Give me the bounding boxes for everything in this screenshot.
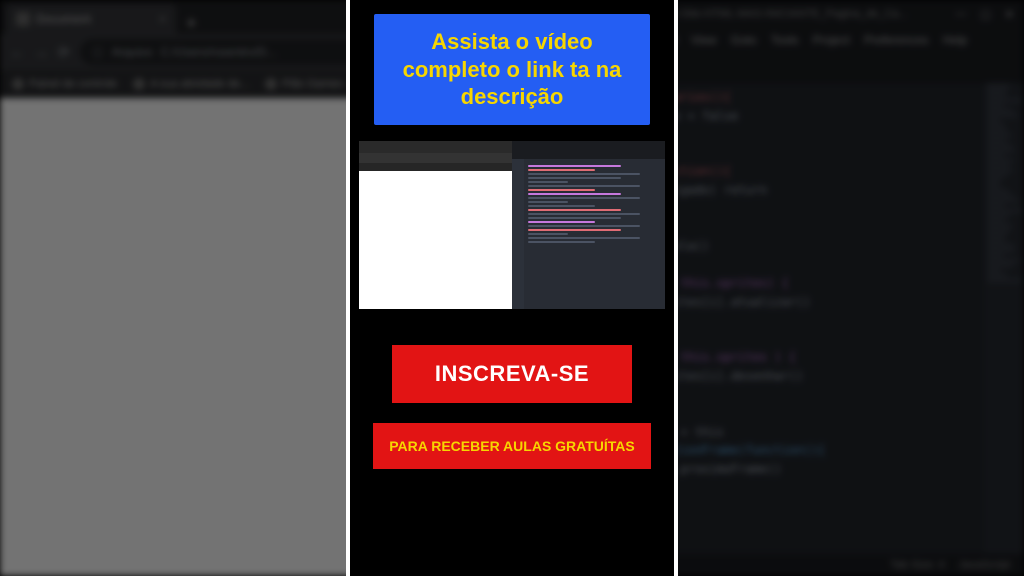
menu-item-project[interactable]: Project (813, 33, 850, 47)
editor-minimap[interactable] (982, 82, 1024, 554)
status-tab-size[interactable]: Tab Size: 4 (890, 559, 944, 571)
menu-item-preferences[interactable]: Preferences (864, 33, 929, 47)
file-icon (16, 12, 30, 26)
cta-watch-full-video[interactable]: Assista o vídeo completo o link ta na de… (374, 14, 650, 125)
menu-item-goto[interactable]: Goto (731, 33, 757, 47)
status-language[interactable]: JavaScript (959, 559, 1010, 571)
address-path: C:/Users/rosentro/D... (160, 45, 276, 59)
close-icon[interactable]: × (159, 12, 166, 26)
minimize-icon[interactable]: — (955, 8, 966, 21)
thumb-editor (512, 141, 665, 309)
address-prefix: Arquivo (112, 45, 153, 59)
file-scheme-icon: ⓘ (92, 44, 104, 61)
menu-item-tools[interactable]: Tools (771, 33, 799, 47)
bookmark-icon (133, 78, 145, 90)
bookmark-icon (12, 78, 24, 90)
maximize-icon[interactable]: ▢ (980, 8, 990, 21)
forward-icon[interactable]: → (34, 44, 48, 60)
close-icon[interactable]: ✕ (1005, 8, 1014, 21)
cta-free-classes[interactable]: PARA RECEBER AULAS GRATUÍTAS (373, 423, 651, 470)
thumb-browser (359, 141, 512, 309)
bookmark-item[interactable]: A sua atividade de... (133, 78, 249, 90)
menu-item-view[interactable]: View (691, 33, 717, 47)
reload-icon[interactable]: ⟳ (58, 44, 70, 61)
new-tab-button[interactable]: + (176, 13, 207, 34)
short-overlay: Assista o vídeo completo o link ta na de… (350, 0, 674, 576)
bookmark-item[interactable]: Painel de controle (12, 78, 117, 90)
bookmark-label: Painel de controle (29, 78, 117, 90)
browser-tab-title: Document (36, 12, 91, 26)
bookmark-icon (265, 78, 277, 90)
menu-item-help[interactable]: Help (943, 33, 968, 47)
cta-subscribe[interactable]: INSCREVA-SE (392, 345, 632, 403)
browser-tab[interactable]: Document × (6, 4, 176, 34)
video-thumbnail (359, 141, 665, 309)
bookmark-label: A sua atividade de... (150, 78, 249, 90)
back-icon[interactable]: ← (10, 44, 24, 60)
